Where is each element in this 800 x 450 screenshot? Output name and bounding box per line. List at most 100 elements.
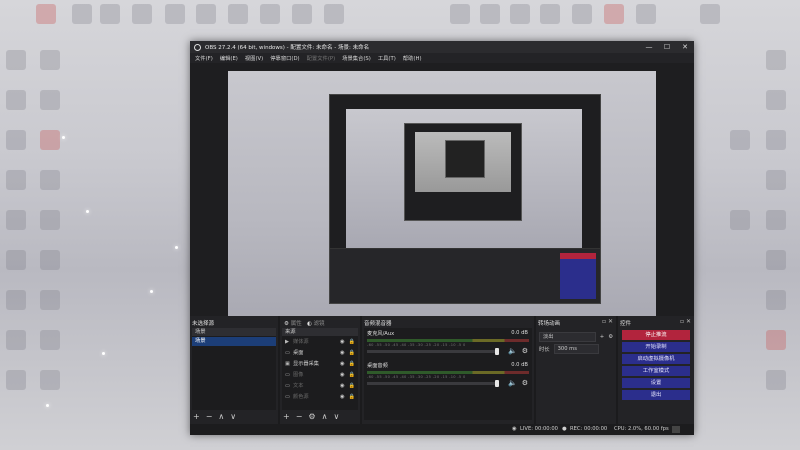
gear-icon[interactable]: ⚙ (608, 334, 613, 340)
lock-icon[interactable]: 🔒 (349, 339, 355, 345)
lock-icon[interactable]: 🔒 (349, 350, 355, 356)
source-item[interactable]: ▣ 显示器采集 ◉ 🔒 (282, 358, 358, 369)
lock-icon[interactable]: 🔒 (349, 383, 355, 389)
desktop-app-icon[interactable] (766, 370, 786, 390)
add-icon[interactable]: + (283, 412, 290, 421)
scene-item[interactable]: 场景 (192, 337, 276, 346)
desktop-app-icon[interactable] (730, 210, 750, 230)
desktop-app-icon[interactable] (228, 4, 248, 24)
exit-button[interactable]: 退出 (622, 390, 690, 400)
desktop-app-icon[interactable] (40, 330, 60, 350)
settings-button[interactable]: 设置 (622, 378, 690, 388)
desktop-app-icon[interactable] (40, 370, 60, 390)
desktop-app-icon[interactable] (324, 4, 344, 24)
transition-type-select[interactable]: 淡出 (539, 332, 596, 342)
desktop-app-icon[interactable] (766, 90, 786, 110)
desktop-app-icon[interactable] (6, 130, 26, 150)
desktop-app-icon[interactable] (100, 4, 120, 24)
desktop-app-icon[interactable] (540, 4, 560, 24)
remove-icon[interactable]: − (206, 412, 213, 421)
studio-mode-button[interactable]: 工作室模式 (622, 366, 690, 376)
desktop-app-icon[interactable] (6, 50, 26, 70)
desktop-app-icon[interactable] (766, 290, 786, 310)
gear-icon[interactable]: ⚙ (284, 321, 289, 327)
desktop-app-icon[interactable] (40, 90, 60, 110)
float-icon[interactable]: ▫ ✕ (602, 318, 613, 325)
source-item[interactable]: ▭ 图像 ◉ 🔒 (282, 369, 358, 380)
desktop-app-icon[interactable] (292, 4, 312, 24)
desktop-app-icon[interactable] (40, 130, 60, 150)
desktop-app-icon[interactable] (36, 4, 56, 24)
menu-scene-collection[interactable]: 场景集合(S) (342, 54, 371, 62)
menu-docks[interactable]: 停靠窗口(D) (270, 54, 299, 62)
desktop-app-icon[interactable] (766, 130, 786, 150)
desktop-app-icon[interactable] (636, 4, 656, 24)
desktop-app-icon[interactable] (165, 4, 185, 24)
eye-icon[interactable]: ◉ (340, 350, 345, 356)
desktop-app-icon[interactable] (766, 170, 786, 190)
menu-profile[interactable]: 配置文件(P) (307, 54, 336, 62)
filter-icon[interactable]: ◐ (307, 321, 312, 327)
menu-tools[interactable]: 工具(T) (378, 54, 396, 62)
gear-icon[interactable]: ⚙ (522, 347, 528, 355)
desktop-app-icon[interactable] (40, 250, 60, 270)
volume-slider[interactable] (367, 348, 499, 355)
desktop-app-icon[interactable] (40, 50, 60, 70)
desktop-app-icon[interactable] (766, 250, 786, 270)
lock-icon[interactable]: 🔒 (349, 372, 355, 378)
move-up-icon[interactable]: ∧ (218, 412, 224, 421)
volume-slider-handle[interactable] (495, 380, 499, 387)
gear-icon[interactable]: ⚙ (308, 412, 315, 421)
gear-icon[interactable]: ⚙ (522, 379, 528, 387)
lock-icon[interactable]: 🔒 (349, 361, 355, 367)
desktop-app-icon[interactable] (6, 90, 26, 110)
duration-spinbox[interactable]: 300 ms (553, 344, 599, 354)
desktop-app-icon[interactable] (6, 210, 26, 230)
float-icon[interactable]: ▫ ✕ (680, 318, 691, 325)
desktop-app-icon[interactable] (6, 170, 26, 190)
desktop-app-icon[interactable] (510, 4, 530, 24)
desktop-app-icon[interactable] (6, 290, 26, 310)
desktop-app-icon[interactable] (6, 330, 26, 350)
desktop-app-icon[interactable] (480, 4, 500, 24)
desktop-app-icon[interactable] (132, 4, 152, 24)
title-bar[interactable]: OBS 27.2.4 (64 bit, windows) - 配置文件: 未命名… (190, 41, 694, 53)
desktop-app-icon[interactable] (260, 4, 280, 24)
add-icon[interactable]: + (193, 412, 200, 421)
desktop-app-icon[interactable] (72, 4, 92, 24)
resize-grip[interactable] (672, 426, 680, 433)
menu-edit[interactable]: 编辑(E) (220, 54, 238, 62)
eye-icon[interactable]: ◉ (340, 361, 345, 367)
close-button[interactable]: ✕ (676, 41, 694, 53)
desktop-app-icon[interactable] (450, 4, 470, 24)
desktop-app-icon[interactable] (766, 330, 786, 350)
source-item[interactable]: ▭ 桌面 ◉ 🔒 (282, 347, 358, 358)
filters-button[interactable]: 滤镜 (314, 321, 325, 327)
desktop-app-icon[interactable] (6, 250, 26, 270)
menu-view[interactable]: 视图(V) (245, 54, 263, 62)
eye-icon[interactable]: ◉ (340, 372, 345, 378)
speaker-icon[interactable]: 🔈 (508, 347, 517, 355)
desktop-app-icon[interactable] (766, 50, 786, 70)
desktop-app-icon[interactable] (766, 210, 786, 230)
source-item[interactable]: ▶ 媒体源 ◉ 🔒 (282, 336, 358, 347)
desktop-app-icon[interactable] (196, 4, 216, 24)
desktop-app-icon[interactable] (6, 370, 26, 390)
desktop-app-icon[interactable] (40, 210, 60, 230)
maximize-button[interactable]: ☐ (658, 41, 676, 53)
eye-icon[interactable]: ◉ (340, 394, 345, 400)
preview-canvas[interactable] (228, 71, 656, 352)
start-virtual-camera-button[interactable]: 启动虚拟摄像机 (622, 354, 690, 364)
desktop-app-icon[interactable] (40, 170, 60, 190)
add-icon[interactable]: + (600, 334, 604, 340)
desktop-app-icon[interactable] (730, 130, 750, 150)
desktop-app-icon[interactable] (700, 4, 720, 24)
speaker-icon[interactable]: 🔈 (508, 379, 517, 387)
menu-help[interactable]: 帮助(H) (403, 54, 422, 62)
properties-button[interactable]: 属性 (291, 321, 302, 327)
move-up-icon[interactable]: ∧ (322, 412, 328, 421)
volume-slider-handle[interactable] (495, 348, 499, 355)
desktop-app-icon[interactable] (572, 4, 592, 24)
desktop-app-icon[interactable] (604, 4, 624, 24)
lock-icon[interactable]: 🔒 (349, 394, 355, 400)
